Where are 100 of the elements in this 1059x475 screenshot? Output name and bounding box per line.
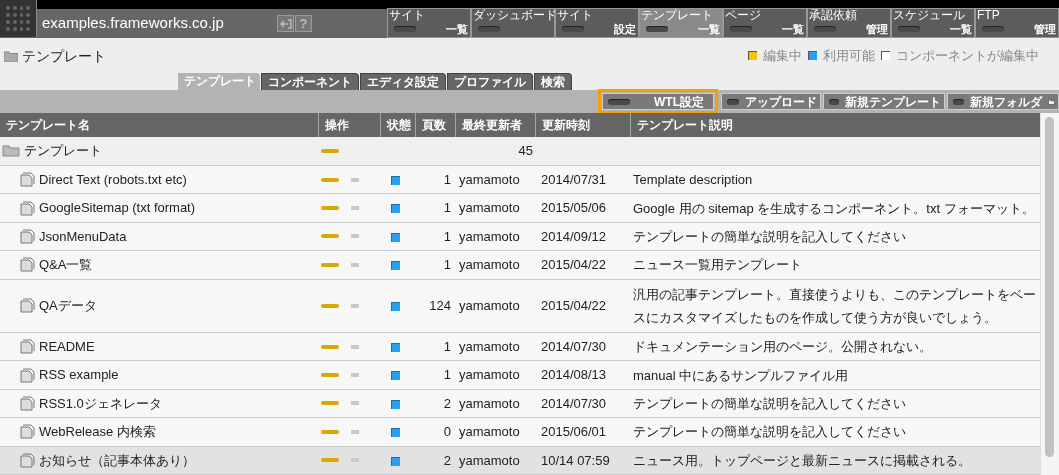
edit-icon[interactable]	[321, 206, 339, 210]
updated-time: 2014/07/31	[541, 171, 607, 187]
updated-time: 2014/07/30	[541, 395, 607, 411]
updated-time: 2015/04/22	[541, 257, 607, 273]
nav-button[interactable]: テンプレート 一覧	[639, 8, 723, 38]
disabled-icon	[351, 262, 359, 267]
table-row[interactable]: QAデータ 124 yamamoto 2015/04/22 汎用の記事テンプレート。直接使うよりも、このテンプレートをベースにカスタマイズしたものを作成して使う方が良いでしょう。	[0, 279, 1040, 333]
nav-button[interactable]: サイト 一覧	[387, 8, 471, 38]
disabled-icon	[351, 458, 359, 463]
edit-icon[interactable]	[321, 401, 339, 406]
template-name[interactable]: テンプレート	[24, 141, 102, 161]
template-name[interactable]: RSS1.0ジェネレータ	[39, 393, 162, 414]
column-header[interactable]: 最終更新者	[455, 113, 535, 137]
template-description: Google 用の sitemap を生成するコンポーネント。txt フォーマット。	[633, 200, 1035, 216]
document-icon	[20, 200, 35, 216]
table-row[interactable]: GoogleSitemap (txt format) 1 yamamoto 2015/05/06 Google 用の sitemap を生成するコンポーネント。txt フォーマット。	[0, 193, 1040, 223]
template-name[interactable]: WebRelease 内検索	[39, 422, 156, 442]
template-description: manual 中にあるサンプルファイル用	[633, 367, 849, 383]
document-icon	[20, 395, 35, 411]
edit-icon[interactable]	[321, 429, 339, 434]
legend-label: 編集中	[763, 47, 802, 65]
user-name: yamamoto	[459, 452, 520, 468]
edit-icon[interactable]	[321, 177, 339, 182]
updated-time: 2014/08/13	[541, 367, 607, 383]
column-header[interactable]: 更新時刻	[535, 113, 630, 137]
template-name[interactable]: QAデータ	[39, 296, 97, 316]
edit-icon[interactable]	[321, 262, 339, 267]
template-name[interactable]: お知らせ（記事本体あり）	[39, 450, 195, 471]
template-name[interactable]: GoogleSitemap (txt format)	[39, 198, 196, 218]
page-count: 124	[429, 298, 451, 313]
legend-label: 利用可能	[823, 47, 875, 65]
template-name[interactable]: Q&A一覧	[39, 255, 93, 275]
pill-icon	[898, 26, 920, 32]
logout-button[interactable]	[277, 15, 294, 32]
template-name[interactable]: JsonMenuData	[39, 226, 127, 247]
table-row[interactable]: JsonMenuData 1 yamamoto 2014/09/12 テンプレートの簡単な説明を記入してください	[0, 222, 1040, 251]
template-description: ドキュメンテーション用のページ。公開されない。	[633, 339, 932, 355]
pill-icon	[727, 98, 739, 105]
updated-time: 10/14 07:59	[541, 452, 610, 468]
pill-icon	[982, 26, 1004, 32]
table-row[interactable]: README 1 yamamoto 2014/07/30 ドキュメンテーション用のページ。公開されない。	[0, 332, 1040, 361]
document-icon	[20, 339, 35, 355]
tab[interactable]: 検索	[534, 73, 572, 90]
template-description: テンプレートの簡単な説明を記入してください	[633, 424, 906, 440]
template-description: Template description	[633, 172, 753, 188]
column-header[interactable]: テンプレート説明	[630, 113, 1040, 137]
user-name: yamamoto	[459, 338, 520, 354]
column-header[interactable]: 頁数	[415, 113, 455, 137]
template-name[interactable]: Direct Text (robots.txt etc)	[39, 169, 187, 190]
column-header[interactable]: 状態	[380, 113, 415, 137]
table-row[interactable]: WebRelease 内検索 0 yamamoto 2015/06/01 テンプレートの簡単な説明を記入してください	[0, 417, 1040, 447]
template-description: テンプレートの簡単な説明を記入してください	[633, 228, 906, 244]
toolbar-button[interactable]: 新規テンプレート	[823, 93, 945, 110]
edit-icon[interactable]	[321, 458, 339, 463]
column-header[interactable]: 操作	[318, 113, 380, 137]
document-icon	[20, 424, 35, 440]
scrollbar[interactable]	[1040, 113, 1059, 475]
edit-icon[interactable]	[321, 303, 339, 308]
edit-icon[interactable]	[321, 344, 339, 349]
edit-icon[interactable]	[321, 234, 339, 239]
toolbar-button[interactable]: WTL設定	[602, 93, 714, 110]
table-row[interactable]: テンプレート 45	[0, 137, 1040, 166]
toolbar-button[interactable]: アップロード	[721, 93, 821, 110]
nav-button[interactable]: 承認依頼 管理	[807, 8, 891, 38]
folder-icon	[2, 144, 20, 158]
edit-icon[interactable]	[321, 373, 339, 378]
document-icon	[20, 257, 35, 273]
table-row[interactable]: Q&A一覧 1 yamamoto 2015/04/22 ニュース一覧用テンプレート	[0, 250, 1040, 280]
table-row[interactable]: RSS1.0ジェネレータ 2 yamamoto 2014/07/30 テンプレートの簡単な説明を記入してください	[0, 389, 1040, 418]
page-count: 2	[443, 395, 451, 411]
document-icon	[20, 172, 35, 188]
folder-icon	[4, 51, 18, 62]
document-icon	[20, 452, 35, 468]
document-icon	[20, 298, 35, 314]
toolbar-button[interactable]: 新規フォルダ	[947, 93, 1059, 110]
disabled-icon	[351, 303, 359, 308]
column-header[interactable]: テンプレート名	[0, 113, 318, 137]
nav-button[interactable]: ページ 一覧	[723, 8, 807, 38]
template-name[interactable]: README	[39, 336, 95, 357]
document-icon	[20, 228, 35, 244]
updated-time: 2015/06/01	[541, 424, 607, 440]
nav-button[interactable]: サイト 設定	[555, 8, 639, 38]
page-count: 1	[443, 338, 451, 354]
page-count: 1	[443, 228, 451, 244]
template-name[interactable]: RSS example	[39, 365, 119, 385]
tab[interactable]: コンポーネント	[261, 73, 359, 90]
user-name: yamamoto	[459, 298, 520, 313]
nav-button[interactable]: FTP 管理	[975, 8, 1059, 38]
user-name: yamamoto	[459, 257, 520, 273]
tab[interactable]: プロファイル	[447, 73, 533, 90]
item-count: 45	[518, 143, 533, 159]
nav-button[interactable]: スケジュール 一覧	[891, 8, 975, 38]
legend-label: コンポーネントが編集中	[896, 47, 1039, 65]
pill-icon	[953, 98, 964, 105]
edit-icon[interactable]	[321, 148, 339, 153]
user-name: yamamoto	[459, 424, 520, 440]
table-row[interactable]: Direct Text (robots.txt etc) 1 yamamoto 2014/07/31 Template description	[0, 165, 1040, 194]
table-row[interactable]: RSS example 1 yamamoto 2014/08/13 manual 中にあるサンプルファイル用	[0, 360, 1040, 390]
tab[interactable]: エディタ設定	[360, 73, 446, 90]
pill-icon	[646, 26, 668, 32]
